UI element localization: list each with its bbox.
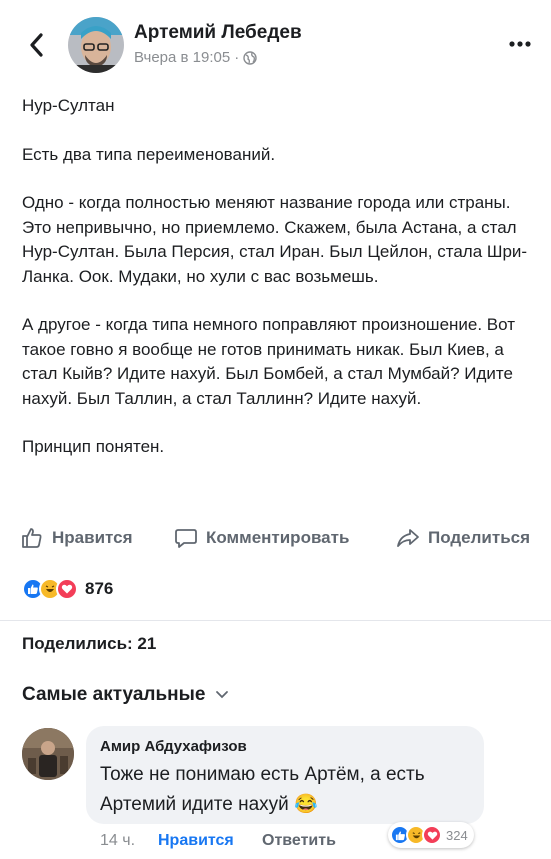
post-body: Нур-Султан Есть два типа переименований.… bbox=[22, 94, 532, 484]
post-paragraph: Нур-Султан bbox=[22, 96, 115, 115]
chevron-down-icon bbox=[216, 691, 229, 699]
comment-text: Тоже не понимаю есть Артём, а есть Артем… bbox=[100, 764, 425, 815]
author-avatar[interactable] bbox=[68, 17, 124, 73]
comment-like-button[interactable]: Нравится bbox=[158, 832, 234, 850]
post-time[interactable]: Вчера в 19:05 bbox=[134, 49, 230, 66]
shares-count[interactable]: Поделились: 21 bbox=[22, 634, 156, 654]
reactions-summary[interactable]: 876 bbox=[22, 576, 113, 602]
more-button[interactable] bbox=[508, 36, 532, 48]
author-name[interactable]: Артемий Лебедев bbox=[134, 22, 302, 44]
post-paragraph: Принцип понятен. bbox=[22, 437, 165, 456]
comment-reaction-count: 324 bbox=[446, 827, 468, 843]
like-button[interactable]: Нравится bbox=[20, 526, 133, 550]
comment-icon bbox=[175, 529, 197, 548]
more-dots-icon bbox=[509, 41, 531, 47]
post-paragraph: А другое - когда типа немного поправляют… bbox=[22, 315, 516, 408]
love-reaction-icon bbox=[56, 578, 78, 600]
comment-reactions[interactable]: 324 bbox=[388, 822, 474, 848]
share-arrow-icon bbox=[397, 529, 419, 547]
reaction-count: 876 bbox=[85, 579, 114, 598]
comment-time: 14 ч. bbox=[100, 832, 136, 849]
share-button[interactable]: Поделиться bbox=[396, 526, 530, 550]
globe-icon bbox=[243, 50, 257, 65]
post-paragraph: Есть два типа переименований. bbox=[22, 144, 276, 164]
post-header: Артемий Лебедев Вчера в 19:05 · bbox=[0, 0, 551, 88]
commenter-avatar[interactable] bbox=[22, 728, 74, 780]
divider bbox=[0, 620, 551, 621]
post-meta: Вчера в 19:05 · bbox=[134, 49, 257, 66]
back-button[interactable] bbox=[24, 30, 50, 60]
love-reaction-icon bbox=[422, 825, 442, 845]
comment-label: Комментировать bbox=[206, 528, 350, 547]
meta-separator: · bbox=[234, 49, 240, 66]
comment-reply-button[interactable]: Ответить bbox=[262, 832, 336, 850]
comment-button[interactable]: Комментировать bbox=[174, 526, 349, 550]
post-paragraph: Одно - когда полностью меняют название г… bbox=[22, 193, 528, 286]
comment-sort-label: Самые актуальные bbox=[22, 684, 206, 705]
commenter-name[interactable]: Амир Абдухафизов bbox=[100, 738, 247, 755]
comment-sort-dropdown[interactable]: Самые актуальные bbox=[22, 684, 229, 706]
chevron-left-icon bbox=[30, 33, 43, 57]
post-actions: Нравится Комментировать Поделиться bbox=[0, 520, 551, 556]
share-label: Поделиться bbox=[428, 528, 531, 547]
thumbs-up-icon bbox=[22, 528, 42, 548]
like-label: Нравится bbox=[52, 528, 133, 547]
comment-bubble[interactable]: Амир Абдухафизов Тоже не понимаю есть Ар… bbox=[86, 726, 484, 824]
